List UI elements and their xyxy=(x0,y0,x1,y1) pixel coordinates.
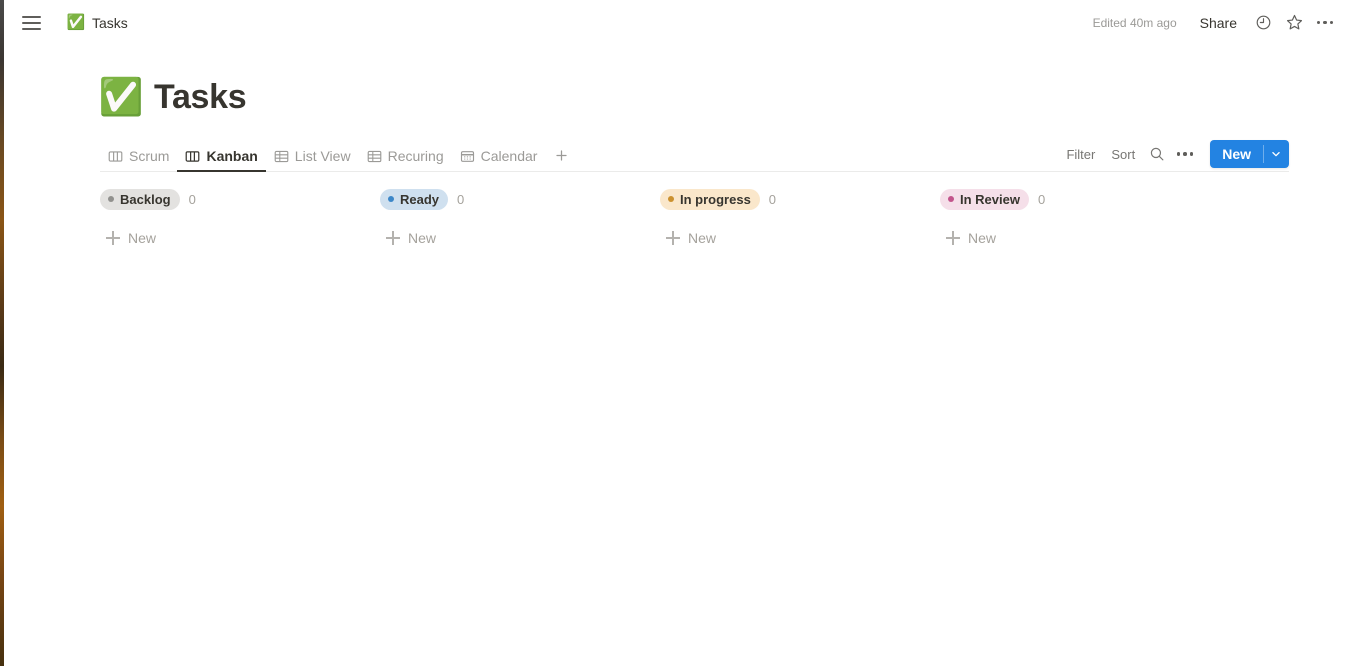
tab-list-view[interactable]: List View xyxy=(266,144,359,172)
board-icon xyxy=(108,149,123,164)
filter-button[interactable]: Filter xyxy=(1059,142,1102,167)
status-dot-icon xyxy=(108,196,114,202)
search-icon[interactable] xyxy=(1144,141,1170,167)
add-card-button[interactable]: New xyxy=(380,225,642,251)
column-count: 0 xyxy=(768,191,777,207)
add-card-label: New xyxy=(408,230,437,246)
view-tabs: Scrum Kanban List View Recuring Calendar xyxy=(100,143,573,172)
notion-app-window: ✅ Tasks Edited 40m ago Share ✅ Tasks Scr… xyxy=(0,0,1353,666)
page-content: ✅ Tasks Scrum Kanban List View Recuring … xyxy=(4,45,1353,666)
star-icon[interactable] xyxy=(1280,9,1308,37)
add-card-button[interactable]: New xyxy=(660,225,922,251)
kanban-board: Backlog 0 New Ready 0 New In progress 0 … xyxy=(4,172,1353,251)
top-bar: ✅ Tasks Edited 40m ago Share xyxy=(4,0,1353,45)
status-badge[interactable]: Backlog xyxy=(100,188,180,210)
column-header: Backlog 0 xyxy=(100,187,380,211)
status-badge[interactable]: In Review xyxy=(940,188,1029,210)
tab-kanban[interactable]: Kanban xyxy=(177,144,267,172)
plus-icon xyxy=(946,231,960,245)
column-header: Ready 0 xyxy=(380,187,660,211)
chevron-down-icon[interactable] xyxy=(1263,140,1289,168)
board-column-backlog: Backlog 0 New xyxy=(100,187,380,251)
add-card-button[interactable]: New xyxy=(100,225,362,251)
add-card-label: New xyxy=(968,230,997,246)
column-count: 0 xyxy=(188,191,196,207)
breadcrumb-title: Tasks xyxy=(92,14,128,31)
table-icon xyxy=(274,149,289,164)
status-dot-icon xyxy=(388,196,394,202)
add-card-label: New xyxy=(688,230,717,246)
add-card-label: New xyxy=(128,230,157,246)
page-emoji-icon[interactable]: ✅ xyxy=(99,76,144,118)
ellipsis-icon[interactable] xyxy=(1311,9,1339,37)
status-badge[interactable]: In progress xyxy=(660,188,760,210)
board-icon xyxy=(185,149,200,164)
breadcrumb[interactable]: ✅ Tasks xyxy=(61,11,134,35)
tab-scrum[interactable]: Scrum xyxy=(100,144,177,172)
page-title-row: ✅ Tasks xyxy=(4,45,1353,118)
tab-recuring[interactable]: Recuring xyxy=(359,144,452,172)
clock-icon[interactable] xyxy=(1249,9,1277,37)
status-dot-icon xyxy=(668,196,674,202)
status-label: In progress xyxy=(680,191,751,207)
tab-label: Kanban xyxy=(206,148,258,164)
column-header: In progress 0 xyxy=(660,187,940,211)
status-label: Ready xyxy=(400,191,440,207)
tab-label: Recuring xyxy=(387,148,444,164)
status-badge[interactable]: Ready xyxy=(380,188,449,210)
view-toolbar: Filter Sort New xyxy=(1059,140,1289,168)
hamburger-icon[interactable] xyxy=(18,10,44,36)
add-card-button[interactable]: New xyxy=(940,225,1202,251)
view-more-icon[interactable] xyxy=(1172,141,1198,167)
page-title[interactable]: Tasks xyxy=(154,78,247,117)
status-label: In Review xyxy=(960,191,1020,207)
share-button[interactable]: Share xyxy=(1191,10,1246,36)
new-button-group: New xyxy=(1210,140,1289,168)
column-header: Done 0 xyxy=(1220,187,1353,211)
breadcrumb-emoji-icon: ✅ xyxy=(66,14,86,31)
plus-icon xyxy=(666,231,680,245)
status-dot-icon xyxy=(948,196,954,202)
column-header: In Review 0 xyxy=(940,187,1220,211)
tab-label: Calendar xyxy=(480,148,538,164)
top-bar-actions: Edited 40m ago Share xyxy=(1085,9,1353,37)
new-button[interactable]: New xyxy=(1210,140,1263,168)
board-column-done: Done 0 New xyxy=(1220,187,1353,251)
column-count: 0 xyxy=(457,191,465,207)
board-column-ready: Ready 0 New xyxy=(380,187,660,251)
column-count: 0 xyxy=(1037,191,1046,207)
tab-label: List View xyxy=(294,148,351,164)
plus-icon xyxy=(386,231,400,245)
tab-calendar[interactable]: Calendar xyxy=(452,144,546,172)
tab-label: Scrum xyxy=(129,148,170,164)
status-label: Backlog xyxy=(120,191,171,207)
plus-icon xyxy=(106,231,120,245)
view-tabs-row: Scrum Kanban List View Recuring Calendar… xyxy=(4,139,1353,172)
add-view-button[interactable] xyxy=(549,143,573,167)
board-column-in-progress: In progress 0 New xyxy=(660,187,940,251)
board-column-in-review: In Review 0 New xyxy=(940,187,1220,251)
sort-button[interactable]: Sort xyxy=(1104,142,1142,167)
last-edited-status[interactable]: Edited 40m ago xyxy=(1085,11,1185,35)
calendar-icon xyxy=(460,149,475,164)
table-icon xyxy=(367,149,382,164)
